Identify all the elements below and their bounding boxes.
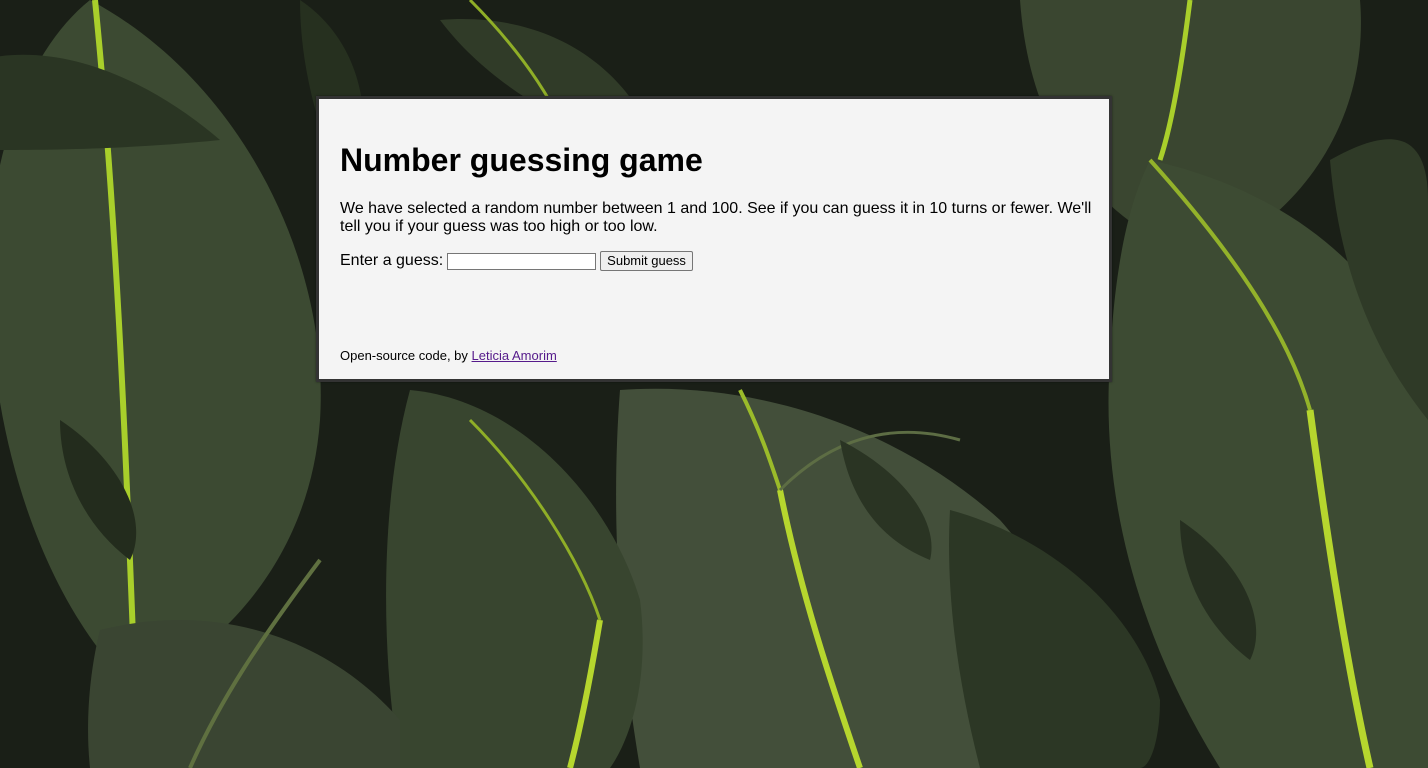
- submit-guess-button[interactable]: Submit guess: [600, 251, 693, 271]
- game-instructions: We have selected a random number between…: [340, 200, 1092, 235]
- author-link[interactable]: Leticia Amorim: [472, 348, 557, 363]
- game-panel: Number guessing game We have selected a …: [316, 96, 1112, 382]
- guess-label: Enter a guess:: [340, 252, 444, 269]
- footer-credit-text: Open-source code, by: [340, 348, 472, 363]
- guess-form: Enter a guess: Submit guess: [340, 251, 693, 271]
- footer: Open-source code, by Leticia Amorim: [340, 348, 557, 363]
- page-title: Number guessing game: [340, 142, 703, 178]
- guess-input[interactable]: [447, 252, 597, 270]
